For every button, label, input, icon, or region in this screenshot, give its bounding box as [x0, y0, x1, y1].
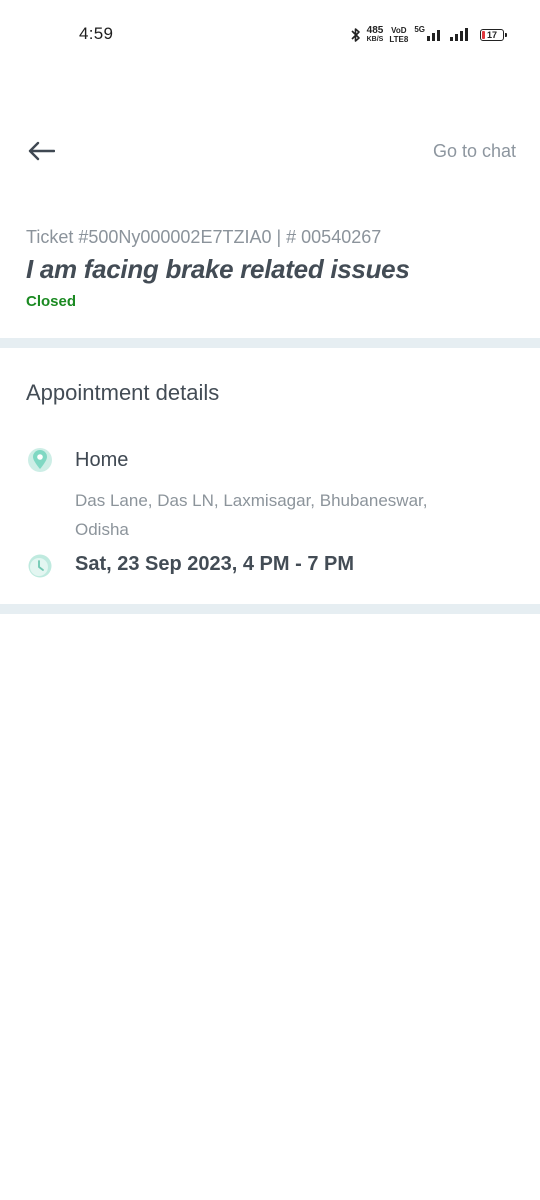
status-icons: 485 KB/S VoD LTE8 5G 17 [351, 24, 507, 46]
location-pin-icon [27, 447, 53, 473]
ticket-id: Ticket #500Ny000002E7TZIA0 | # 00540267 [26, 227, 382, 247]
battery-level: 17 [486, 30, 497, 40]
back-button[interactable] [24, 136, 58, 166]
section-title: Appointment details [26, 380, 220, 405]
battery-icon: 17 [480, 29, 507, 41]
volte-top: VoD [391, 26, 407, 35]
section-divider [0, 338, 540, 348]
clock-icon [27, 553, 53, 579]
battery-fill [482, 31, 485, 39]
section-divider-bottom [0, 604, 540, 614]
volte-indicator: VoD LTE8 [389, 26, 408, 44]
status-bar: 4:59 485 KB/S VoD LTE8 5G 17 [0, 0, 540, 70]
go-to-chat-link[interactable]: Go to chat [433, 141, 516, 162]
volte-bottom: LTE8 [389, 35, 409, 44]
status-badge: Closed [26, 293, 77, 310]
address-text: Das Lane, Das LN, Laxmisagar, Bhubaneswa… [75, 491, 428, 539]
bluetooth-icon [351, 27, 361, 43]
speed-value: 485 [366, 25, 384, 36]
arrow-left-icon [28, 141, 55, 161]
network-type: 5G [414, 24, 425, 34]
signal-icon-1 [427, 29, 440, 41]
speed-unit: KB/S [366, 36, 384, 43]
signal-icon-2 [450, 28, 468, 41]
network-speed: 485 KB/S [367, 26, 384, 44]
location-name: Home [75, 449, 129, 471]
ticket-title: I am facing brake related issues [26, 254, 410, 284]
appointment-time: Sat, 23 Sep 2023, 4 PM - 7 PM [75, 553, 355, 575]
status-time: 4:59 [79, 24, 114, 43]
